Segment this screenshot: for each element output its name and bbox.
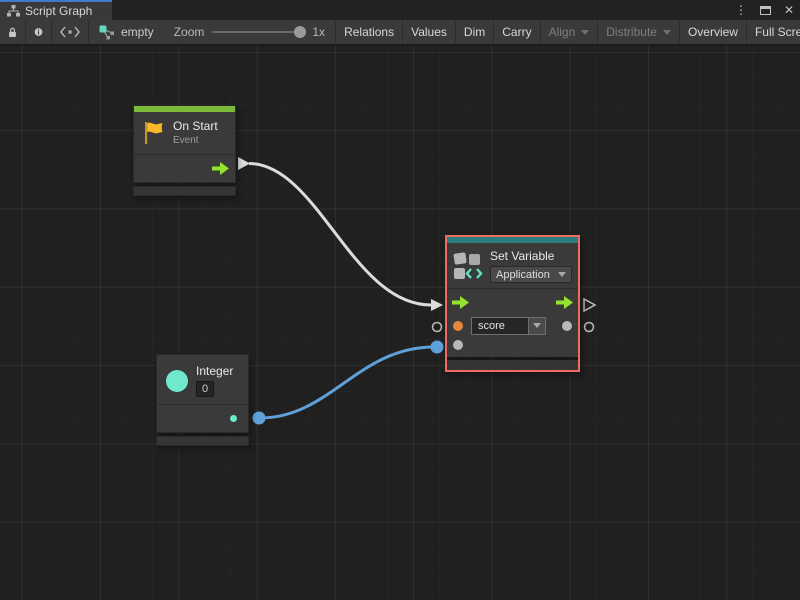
- lock-button[interactable]: [0, 20, 26, 44]
- flow-wire[interactable]: [249, 164, 431, 306]
- graph-name: empty: [121, 25, 154, 39]
- dim-button[interactable]: Dim: [456, 20, 494, 44]
- zoom-value: 1x: [312, 25, 325, 39]
- overview-label: Overview: [688, 25, 738, 39]
- variable-name-dropdown-button[interactable]: [529, 317, 546, 335]
- values-button[interactable]: Values: [403, 20, 456, 44]
- node-title: Integer: [196, 364, 233, 378]
- node-set-variable[interactable]: Set Variable Application: [445, 235, 580, 372]
- values-label: Values: [411, 25, 447, 39]
- zoom-control: Zoom 1x: [164, 20, 336, 44]
- integer-output-port[interactable]: [230, 415, 237, 422]
- close-icon[interactable]: ✕: [782, 3, 796, 17]
- variable-name-field-group: score: [471, 317, 546, 335]
- graph-toolbar: empty Zoom 1x Relations Values Dim Carry…: [0, 20, 800, 45]
- dim-label: Dim: [464, 25, 485, 39]
- chevron-down-icon: [581, 30, 589, 35]
- relations-button[interactable]: Relations: [336, 20, 403, 44]
- window-controls: ⋮ ✕: [734, 0, 796, 20]
- info-icon: [34, 25, 43, 39]
- value-wire-start-dot[interactable]: [253, 412, 266, 425]
- window-menu-icon[interactable]: ⋮: [734, 3, 748, 17]
- node-footer: [156, 436, 249, 446]
- chevron-down-icon: [558, 272, 566, 277]
- code-view-button[interactable]: [52, 20, 89, 44]
- script-graph-window: { "window": { "tab_title": "Script Graph…: [0, 0, 800, 600]
- node-footer: [133, 186, 236, 196]
- wire-layer: [0, 45, 800, 600]
- carry-button[interactable]: Carry: [494, 20, 540, 44]
- overview-button[interactable]: Overview: [680, 20, 747, 44]
- maximize-glyph: [760, 6, 771, 15]
- align-label: Align: [549, 25, 576, 39]
- graph-hierarchy-icon: [7, 5, 20, 17]
- output-connector-triangle[interactable]: [584, 299, 595, 311]
- chevron-down-icon: [663, 30, 671, 35]
- variable-name-input[interactable]: score: [471, 317, 529, 335]
- integer-value-input[interactable]: 0: [196, 381, 214, 397]
- flow-wire-end-arrow[interactable]: [431, 299, 443, 311]
- node-on-start[interactable]: On Start Event: [133, 105, 236, 196]
- tab-script-graph[interactable]: Script Graph: [0, 0, 112, 20]
- value-input-port[interactable]: [453, 340, 463, 350]
- lock-icon: [8, 26, 17, 39]
- node-footer: [447, 360, 578, 370]
- full-screen-button[interactable]: Full Screen: [747, 20, 800, 44]
- tab-bar: Script Graph ⋮ ✕: [0, 0, 800, 20]
- input-connector-circle[interactable]: [433, 323, 442, 332]
- variable-name-port[interactable]: [453, 321, 463, 331]
- graph-breadcrumb[interactable]: empty: [89, 20, 164, 44]
- flag-icon: [143, 121, 165, 145]
- exec-input-port[interactable]: [452, 296, 469, 309]
- node-integer[interactable]: Integer 0: [156, 354, 249, 446]
- node-title: Set Variable: [490, 249, 572, 263]
- variables-boxes-icon: [453, 251, 483, 281]
- align-dropdown-button[interactable]: Align: [541, 20, 599, 44]
- tab-title: Script Graph: [25, 4, 92, 18]
- full-screen-label: Full Screen: [755, 25, 800, 39]
- info-button[interactable]: [26, 20, 52, 44]
- exec-output-port[interactable]: [212, 162, 229, 175]
- code-brackets-icon: [60, 26, 80, 38]
- zoom-slider[interactable]: [212, 31, 304, 33]
- maximize-icon[interactable]: [758, 3, 772, 17]
- exec-output-port[interactable]: [556, 296, 573, 309]
- value-wire-end-dot[interactable]: [431, 341, 444, 354]
- zoom-slider-knob[interactable]: [294, 26, 306, 38]
- distribute-label: Distribute: [606, 25, 657, 39]
- node-subtitle: Event: [173, 135, 218, 147]
- carry-label: Carry: [502, 25, 531, 39]
- variable-scope-dropdown[interactable]: Application: [490, 266, 572, 283]
- graph-canvas[interactable]: On Start Event: [0, 45, 800, 600]
- relations-label: Relations: [344, 25, 394, 39]
- zoom-label: Zoom: [174, 25, 205, 39]
- node-title: On Start: [173, 119, 218, 133]
- output-connector-circle[interactable]: [585, 323, 594, 332]
- scope-value: Application: [496, 269, 550, 281]
- flow-wire-start-arrow[interactable]: [238, 157, 250, 170]
- value-wire[interactable]: [260, 347, 434, 418]
- distribute-dropdown-button[interactable]: Distribute: [598, 20, 680, 44]
- result-output-port[interactable]: [562, 321, 572, 331]
- chevron-down-icon: [533, 323, 541, 328]
- nest-graph-icon: [99, 25, 115, 40]
- teal-circle-icon: [166, 370, 188, 392]
